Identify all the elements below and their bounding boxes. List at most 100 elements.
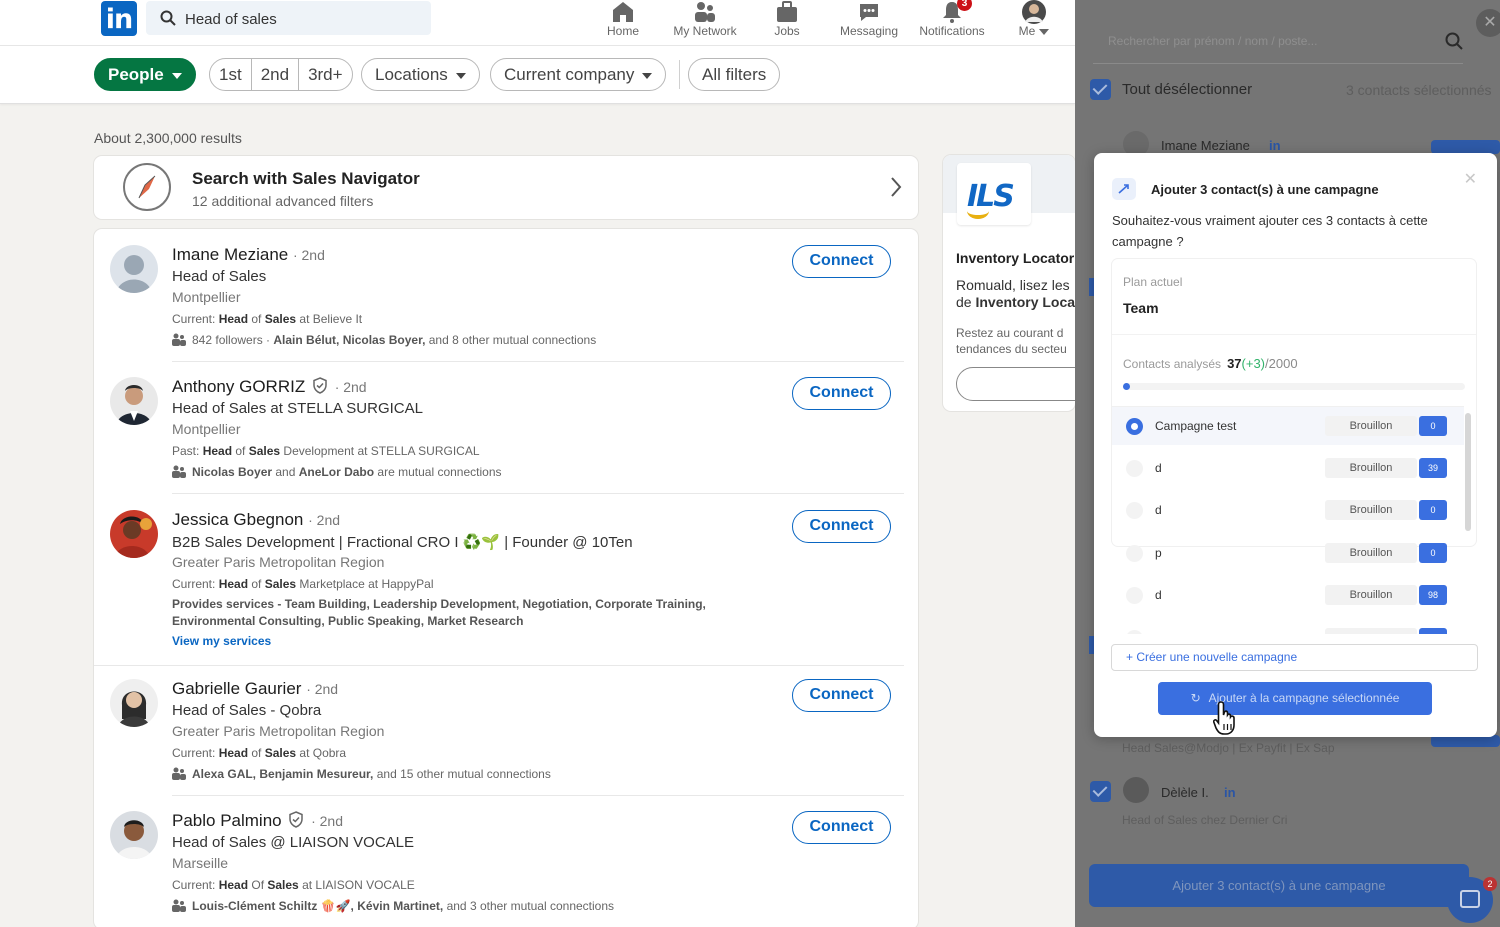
person-location: Montpellier — [172, 289, 241, 305]
mutual-connections[interactable]: Louis-Clément Schiltz 🍿🚀, Kévin Martinet… — [172, 899, 614, 913]
contact-count-badge — [1419, 628, 1447, 634]
deselect-all-label: Tout désélectionner — [1122, 81, 1253, 98]
connect-button[interactable]: Connect — [792, 377, 891, 410]
connect-button[interactable]: Connect — [792, 510, 891, 543]
campaign-row[interactable] — [1112, 619, 1464, 634]
mutual-connections[interactable]: Nicolas Boyer and AneLor Dabo are mutual… — [172, 465, 502, 479]
chevron-down-icon — [642, 72, 653, 79]
campaign-row[interactable]: d Brouillon 0 — [1112, 491, 1464, 529]
avatar[interactable] — [110, 245, 158, 293]
contact-name: Imane Meziane — [1161, 138, 1250, 153]
campaign-row[interactable]: d Brouillon 39 — [1112, 449, 1464, 487]
campaign-radio[interactable] — [1126, 460, 1143, 477]
locations-filter-button[interactable]: Locations — [361, 58, 480, 91]
person-services: Provides services - Team Building, Leade… — [172, 597, 706, 628]
campaign-radio[interactable] — [1126, 630, 1143, 634]
plan-box: Plan actuel Team Contacts analysés 37(+3)… — [1112, 259, 1476, 634]
person-past-role: Past: Head of Sales Development at STELL… — [172, 444, 480, 458]
degree-1st-button[interactable]: 1st — [210, 59, 252, 90]
ad-card[interactable]: ILS Inventory Locator Romuald, lisez les… — [943, 155, 1075, 411]
nav-home[interactable]: Home — [603, 0, 643, 38]
mutual-connections[interactable]: Alexa GAL, Benjamin Mesureur, and 15 oth… — [172, 767, 551, 781]
deselect-all-checkbox[interactable] — [1090, 79, 1111, 100]
linkedin-icon: in — [1269, 138, 1281, 153]
connect-button[interactable]: Connect — [792, 811, 891, 844]
all-filters-button[interactable]: All filters — [688, 58, 781, 91]
close-icon[interactable]: ✕ — [1464, 169, 1477, 189]
sales-navigator-card[interactable]: Search with Sales Navigator 12 additiona… — [94, 156, 918, 219]
ad-follow-button[interactable] — [956, 367, 1075, 401]
nav-messaging[interactable]: Messaging — [835, 0, 903, 38]
person-headline: Head of Sales - Qobra — [172, 702, 322, 719]
status-badge: Brouillon — [1325, 458, 1417, 478]
contact-headline: Head of Sales chez Dernier Cri — [1122, 813, 1288, 827]
ils-logo: ILS — [957, 163, 1031, 225]
person-headline: Head of Sales @ LIAISON VOCALE — [172, 834, 414, 851]
degree-2nd-button[interactable]: 2nd — [252, 59, 300, 90]
person-name[interactable]: Jessica Gbegnon — [172, 510, 303, 529]
add-to-selected-campaign-button[interactable]: ↻ Ajouter à la campagne sélectionnée — [1158, 682, 1432, 715]
campaign-radio[interactable] — [1126, 545, 1143, 562]
chat-icon — [1460, 890, 1480, 908]
mutual-connections[interactable]: 842 followers · Alain Bélut, Nicolas Boy… — [172, 333, 596, 347]
connect-button[interactable]: Connect — [792, 679, 891, 712]
contact-count-badge: 0 — [1419, 500, 1447, 520]
search-icon — [160, 10, 176, 26]
scrollbar[interactable] — [1465, 413, 1471, 531]
person-name[interactable]: Pablo Palmino — [172, 811, 282, 830]
campaign-row[interactable]: p Brouillon 0 — [1112, 534, 1464, 572]
divider — [172, 493, 904, 494]
avatar — [1022, 0, 1046, 24]
person-name[interactable]: Anthony GORRIZ — [172, 377, 305, 396]
person-location: Montpellier — [172, 421, 241, 437]
contact-count-badge: 39 — [1419, 458, 1447, 478]
modal-title: Ajouter 3 contact(s) à une campagne — [1151, 182, 1379, 197]
campaign-list: Campagne test Brouillon 0 d Brouillon 39… — [1112, 406, 1464, 634]
person-name[interactable]: Imane Meziane — [172, 245, 288, 264]
status-badge: Brouillon — [1325, 500, 1417, 520]
person-location: Marseille — [172, 855, 229, 871]
campaign-row[interactable]: d Brouillon 98 — [1112, 576, 1464, 614]
contact-checkbox[interactable] — [1090, 781, 1111, 802]
chevron-down-icon — [455, 72, 466, 79]
current-company-filter-button[interactable]: Current company — [490, 58, 667, 91]
divider — [1112, 334, 1476, 335]
hand-cursor-icon — [1213, 701, 1235, 735]
connect-button[interactable]: Connect — [792, 245, 891, 278]
person-current-role: Current: Head of Sales at Believe It — [172, 312, 363, 326]
people-icon — [172, 767, 186, 780]
nav-jobs[interactable]: Jobs — [770, 0, 804, 38]
status-badge: Brouillon — [1325, 543, 1417, 563]
person-name[interactable]: Gabrielle Gaurier — [172, 679, 301, 698]
linkedin-logo[interactable]: in — [101, 1, 137, 36]
avatar[interactable] — [110, 377, 158, 425]
avatar[interactable] — [110, 679, 158, 727]
campaign-radio[interactable] — [1126, 502, 1143, 519]
person-current-role: Current: Head of Sales Marketplace at Ha… — [172, 577, 434, 591]
campaign-radio[interactable] — [1126, 418, 1143, 435]
add-contacts-to-campaign-button[interactable]: Ajouter 3 contact(s) à une campagne — [1089, 864, 1469, 907]
chat-badge: 2 — [1483, 877, 1497, 891]
chevron-down-icon — [171, 72, 182, 79]
campaign-radio[interactable] — [1126, 587, 1143, 604]
search-input[interactable]: Head of sales — [146, 1, 431, 35]
people-filter-button[interactable]: People — [94, 58, 196, 91]
close-icon[interactable]: ✕ — [1476, 9, 1500, 37]
create-campaign-button[interactable]: + Créer une nouvelle campagne — [1111, 644, 1478, 671]
nav-my-network[interactable]: My Network — [668, 0, 742, 38]
messaging-icon — [860, 4, 878, 21]
compass-icon — [123, 163, 171, 211]
view-services-link[interactable]: View my services — [172, 634, 271, 648]
avatar[interactable] — [110, 510, 158, 558]
filter-bar: People 1st 2nd 3rd+ Locations Current co… — [0, 46, 1075, 104]
contact-search-input[interactable]: Rechercher par prénom / nom / poste... — [1093, 16, 1463, 64]
avatar[interactable] — [110, 811, 158, 859]
nav-me[interactable]: Me — [1014, 0, 1054, 38]
person-headline: B2B Sales Development | Fractional CRO I… — [172, 534, 633, 551]
nav-notifications[interactable]: 3 Notifications — [913, 0, 991, 38]
chat-button[interactable]: 2 — [1447, 877, 1497, 923]
person-location: Greater Paris Metropolitan Region — [172, 723, 385, 739]
divider — [172, 795, 904, 796]
campaign-row[interactable]: Campagne test Brouillon 0 — [1112, 407, 1464, 445]
degree-3rd-button[interactable]: 3rd+ — [299, 59, 352, 90]
